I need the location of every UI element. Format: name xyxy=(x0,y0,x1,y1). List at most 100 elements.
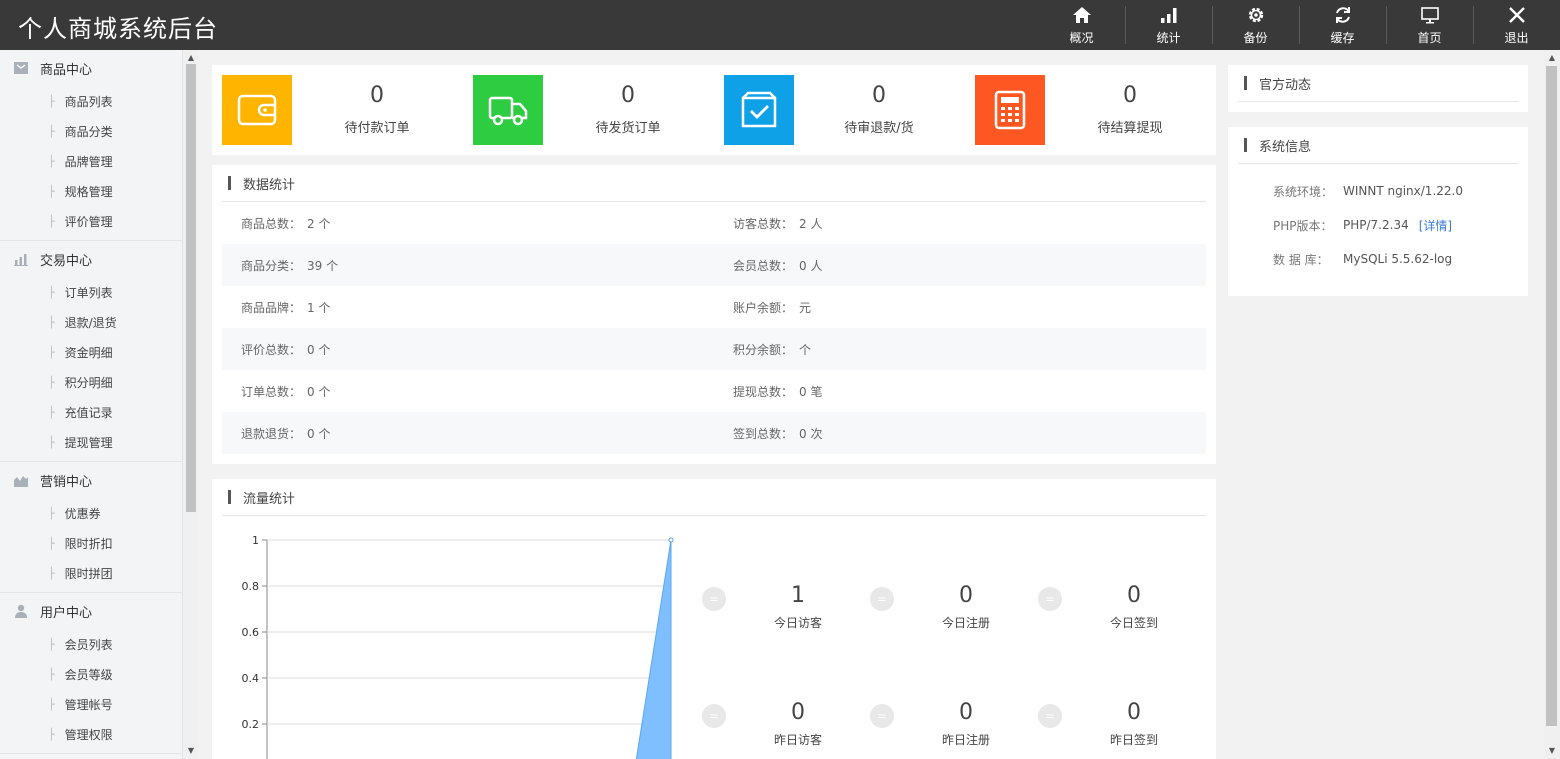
data-row: 商品分类： 39 个 会员总数： 0 人 xyxy=(222,244,1206,286)
sidebar-group-head[interactable]: 交易中心 xyxy=(0,241,182,277)
sidebar-item-member-level[interactable]: ├ 会员等级 xyxy=(0,659,182,689)
system-info-panel: 系统信息 系统环境： WINNT nginx/1.22.0 PHP版本： PHP… xyxy=(1228,127,1528,296)
panel-title: 系统信息 xyxy=(1259,139,1312,155)
topnav-label: 备份 xyxy=(1243,30,1268,45)
scrollbar-thumb[interactable] xyxy=(1546,66,1557,726)
scroll-up-arrow-icon[interactable]: ▲ xyxy=(184,52,198,64)
home-icon xyxy=(1072,6,1091,23)
topnav-cache[interactable]: 缓存 xyxy=(1299,0,1386,50)
order-stats-row: 0 待付款订单 0 待发货订单 0 待审退款/货 0 待结算提现 xyxy=(212,65,1216,155)
sidebar-item-label: 评价管理 xyxy=(64,214,113,229)
stat-pending-refund[interactable]: 0 待审退款/货 xyxy=(724,75,975,145)
sidebar-item-orders[interactable]: ├ 订单列表 xyxy=(0,277,182,307)
sidebar-group-title: 商品中心 xyxy=(40,62,93,78)
sidebar-group-title: 用户中心 xyxy=(40,605,93,621)
sidebar-item-points[interactable]: ├ 积分明细 xyxy=(0,367,182,397)
stat-pending-withdraw[interactable]: 0 待结算提现 xyxy=(975,75,1226,145)
refresh-icon xyxy=(1335,6,1350,23)
panel-title: 数据统计 xyxy=(243,177,296,193)
topnav-label: 首页 xyxy=(1417,30,1442,45)
php-detail-link[interactable]: [详情] xyxy=(1419,217,1452,234)
chart-marks xyxy=(635,537,674,759)
sidebar-item-admin-permissions[interactable]: ├ 管理权限 xyxy=(0,719,182,749)
y-tick-label: 0.8 xyxy=(242,580,260,593)
flow-label: 今日访客 xyxy=(773,616,822,630)
sidebar-item-spec[interactable]: ├ 规格管理 xyxy=(0,176,182,206)
sys-row-php: PHP版本： PHP/7.2.34 [详情] xyxy=(1228,208,1528,242)
topnav-label: 退出 xyxy=(1504,30,1529,45)
flow-yesterday-visitors: 0 昨日访客 xyxy=(738,700,858,748)
panel-header: 流量统计 xyxy=(222,479,1206,516)
data-cell: 商品品牌： 1 个 xyxy=(222,299,714,316)
sidebar-item-goods-list[interactable]: ├ 商品列表 xyxy=(0,86,182,116)
stat-icon-box xyxy=(724,75,794,145)
sidebar-item-brand[interactable]: ├ 品牌管理 xyxy=(0,146,182,176)
data-stats-grid: 商品总数： 2 个 访客总数： 2 人 商品分类： 39 个 会员总数： 0 人 商品品… xyxy=(222,202,1206,454)
scroll-down-arrow-icon[interactable]: ▼ xyxy=(1544,745,1560,757)
page-scrollbar[interactable]: ▲ ▼ xyxy=(1544,50,1560,759)
sidebar-item-review[interactable]: ├ 评价管理 xyxy=(0,206,182,236)
topnav-home[interactable]: 首页 xyxy=(1386,0,1473,50)
data-key: 商品总数： xyxy=(241,216,302,231)
sidebar-item-label: 限时拼团 xyxy=(64,566,113,581)
sidebar-item-admin-accounts[interactable]: ├ 管理帐号 xyxy=(0,689,182,719)
check-box-icon xyxy=(741,91,777,128)
topnav-label: 统计 xyxy=(1156,30,1181,45)
sys-key: 数 据 库： xyxy=(1273,252,1329,267)
sidebar-item-label: 商品列表 xyxy=(64,94,113,109)
flow-eq-icon: = xyxy=(870,587,894,611)
data-value: 0 人 xyxy=(799,258,823,273)
sidebar-item-coupon[interactable]: ├ 优惠券 xyxy=(0,498,182,528)
data-key: 账户余额： xyxy=(733,300,794,315)
sidebar-group-head[interactable]: 用户中心 xyxy=(0,593,182,629)
data-cell: 账户余额： 元 xyxy=(714,299,1206,316)
scrollbar-thumb[interactable] xyxy=(186,64,196,512)
data-value: 0 次 xyxy=(799,426,823,441)
data-value: 0 笔 xyxy=(799,384,823,399)
data-value: 0 个 xyxy=(307,342,331,357)
close-icon xyxy=(1508,6,1525,23)
sidebar-item-recharge[interactable]: ├ 充值记录 xyxy=(0,397,182,427)
official-news-panel: 官方动态 xyxy=(1228,65,1528,112)
data-stats-panel: 数据统计 商品总数： 2 个 访客总数： 2 人 商品分类： 39 个 会员总数： 0 … xyxy=(212,165,1216,464)
data-key: 评价总数： xyxy=(241,342,302,357)
sidebar-item-withdraw[interactable]: ├ 提现管理 xyxy=(0,427,182,457)
data-point[interactable] xyxy=(668,537,674,543)
sidebar-item-group-buy[interactable]: ├ 限时拼团 xyxy=(0,558,182,588)
stat-pending-shipment[interactable]: 0 待发货订单 xyxy=(473,75,724,145)
sidebar-item-funds[interactable]: ├ 资金明细 xyxy=(0,337,182,367)
sidebar-item-refund[interactable]: ├ 退款/退货 xyxy=(0,307,182,337)
topnav-backup[interactable]: 备份 xyxy=(1212,0,1299,50)
sidebar-group-head[interactable]: 商品中心 xyxy=(0,50,182,86)
sidebar-item-members[interactable]: ├ 会员列表 xyxy=(0,629,182,659)
stat-value: 0 xyxy=(1123,83,1137,108)
topnav-logout[interactable]: 退出 xyxy=(1473,0,1560,50)
flow-label: 今日注册 xyxy=(941,616,990,630)
stat-pending-payment[interactable]: 0 待付款订单 xyxy=(222,75,473,145)
scroll-up-arrow-icon[interactable]: ▲ xyxy=(1544,52,1560,64)
panel-header: 数据统计 xyxy=(222,165,1206,202)
data-key: 商品分类： xyxy=(241,258,302,273)
stat-label: 待发货订单 xyxy=(595,121,661,136)
topnav-label: 概况 xyxy=(1069,30,1094,45)
y-tick-label: 1 xyxy=(252,534,259,547)
topnav-stats[interactable]: 统计 xyxy=(1125,0,1212,50)
flow-yesterday-registrations: 0 昨日注册 xyxy=(906,700,1026,748)
sidebar-item-label: 品牌管理 xyxy=(64,154,113,169)
scroll-down-arrow-icon[interactable]: ▼ xyxy=(184,745,198,757)
y-tick-label: 0.6 xyxy=(242,626,260,639)
sidebar-group-head[interactable]: 营销中心 xyxy=(0,462,182,498)
sidebar-group-title: 营销中心 xyxy=(40,474,93,490)
sidebar-item-discount[interactable]: ├ 限时折扣 xyxy=(0,528,182,558)
area-series xyxy=(635,539,672,759)
sidebar-scrollbar[interactable]: ▲ ▼ xyxy=(184,50,198,759)
sidebar-item-goods-category[interactable]: ├ 商品分类 xyxy=(0,116,182,146)
topnav-overview[interactable]: 概况 xyxy=(1038,0,1125,50)
flow-value: 0 xyxy=(959,700,973,725)
bar-chart-icon xyxy=(14,254,28,266)
sidebar-group-goods: 商品中心 ├ 商品列表 ├ 商品分类 ├ 品牌管理 ├ 规格管理 ├ 评价管理 xyxy=(0,50,182,241)
data-cell: 积分余额： 个 xyxy=(714,341,1206,358)
flow-value: 1 xyxy=(791,583,805,608)
flow-label: 昨日注册 xyxy=(941,733,990,747)
stat-label: 待结算提现 xyxy=(1097,121,1163,136)
